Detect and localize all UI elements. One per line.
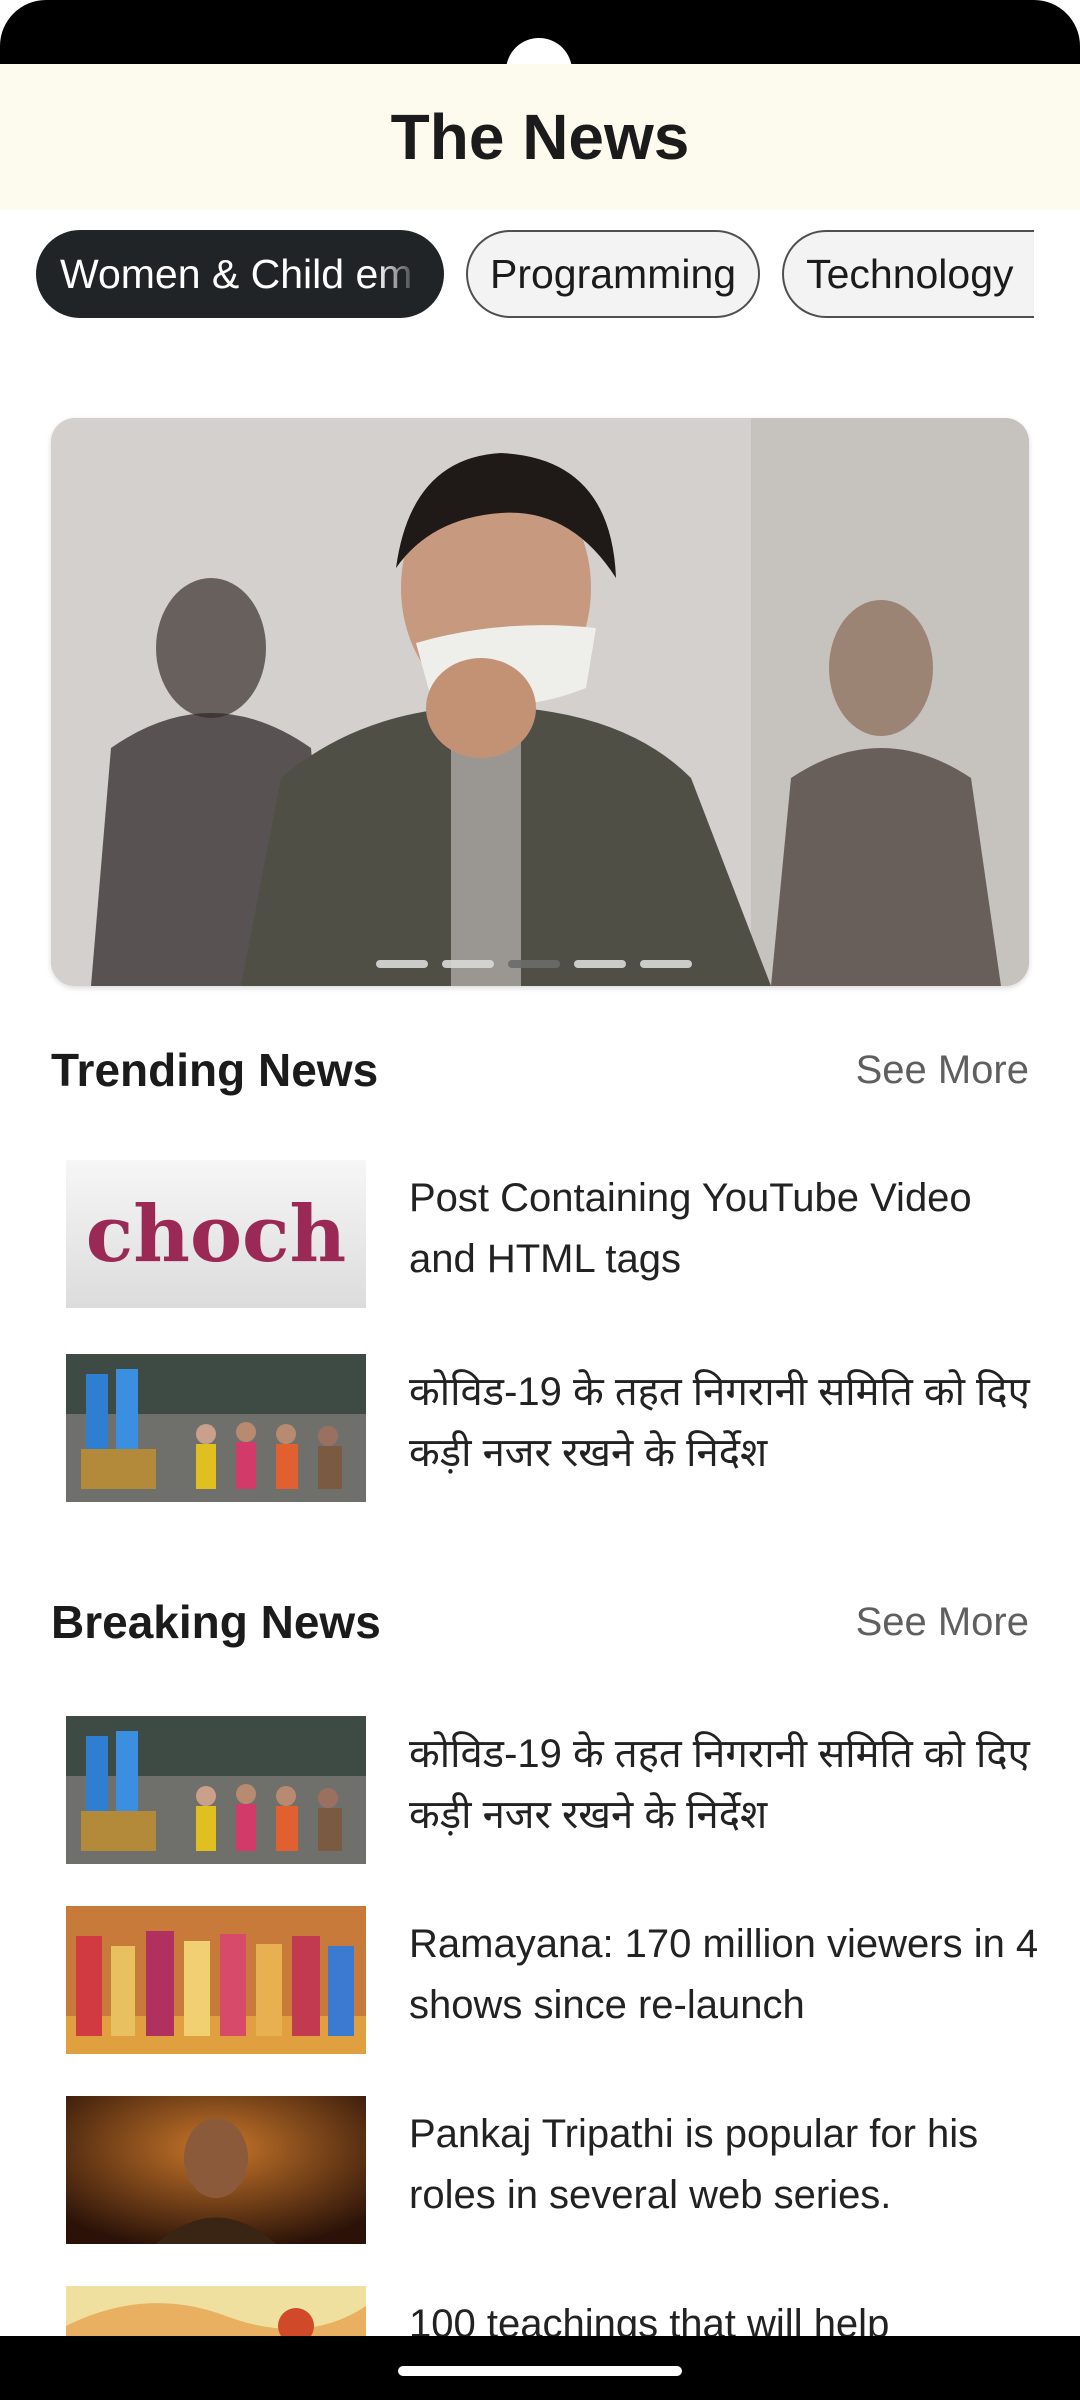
carousel-dot[interactable] <box>442 960 494 968</box>
breaking-item-3[interactable]: Pankaj Tripathi is popular for his roles… <box>66 2096 1026 2244</box>
featured-photo-masked-person <box>51 418 1029 986</box>
news-title: Post Containing YouTube Video and HTML t… <box>409 1176 972 1281</box>
trending-title: Trending News <box>51 1044 379 1096</box>
breaking-see-more-link[interactable]: See More <box>856 1600 1029 1645</box>
breaking-item-1[interactable]: कोविड-19 के तहत निगरानी समिति को दिए कड़… <box>66 1716 1030 1864</box>
trending-item-1[interactable]: choch Post Containing YouTube Video and … <box>66 1160 1026 1308</box>
news-title: कोविड-19 के तहत निगरानी समिति को दिए कड़… <box>409 1732 1030 1837</box>
breaking-item-2[interactable]: Ramayana: 170 million viewers in 4 shows… <box>66 1906 1038 2054</box>
category-chip-technology[interactable]: Technology <box>782 230 1035 318</box>
system-navigation-bar <box>0 2336 1080 2400</box>
trending-see-more-link[interactable]: See More <box>856 1048 1029 1093</box>
carousel-indicator <box>376 960 692 968</box>
trending-item-2[interactable]: कोविड-19 के तहत निगरानी समिति को दिए कड़… <box>66 1354 1030 1502</box>
phone-screen: The News Women & Child em Programming Te… <box>0 0 1080 2400</box>
breaking-title: Breaking News <box>51 1596 381 1648</box>
news-title: Ramayana: 170 million viewers in 4 shows… <box>409 1922 1039 2027</box>
portrait-photo-icon <box>66 2096 366 2244</box>
category-chip-label: Technology <box>806 250 1014 297</box>
choch-logo-text: choch <box>85 1188 347 1280</box>
category-chip-label: Women & Child em <box>60 250 413 297</box>
category-chip-label: Programming <box>490 250 737 297</box>
ramayana-cast-photo-icon <box>66 1906 366 2054</box>
app-header: The News <box>0 64 1080 210</box>
home-gesture-handle[interactable] <box>398 2366 682 2376</box>
category-chip-women-child[interactable]: Women & Child em <box>36 230 444 318</box>
carousel-dot-active[interactable] <box>508 960 560 968</box>
breaking-section-header: Breaking News See More <box>51 1582 1029 1662</box>
category-chip-programming[interactable]: Programming <box>466 230 761 318</box>
news-title: कोविड-19 के तहत निगरानी समिति को दिए कड़… <box>409 1370 1030 1475</box>
carousel-dot[interactable] <box>574 960 626 968</box>
carousel-dot[interactable] <box>376 960 428 968</box>
carousel-dot[interactable] <box>640 960 692 968</box>
app-title: The News <box>390 101 690 173</box>
trending-section-header: Trending News See More <box>51 1030 1029 1110</box>
category-chips: Women & Child em Programming Technology <box>36 230 1044 322</box>
street-crowd-photo-icon <box>66 1716 366 1864</box>
featured-carousel[interactable] <box>51 418 1029 986</box>
street-crowd-photo-icon <box>66 1354 366 1502</box>
news-title: Pankaj Tripathi is popular for his roles… <box>409 2112 979 2217</box>
choch-logo-thumbnail: choch <box>66 1160 366 1308</box>
